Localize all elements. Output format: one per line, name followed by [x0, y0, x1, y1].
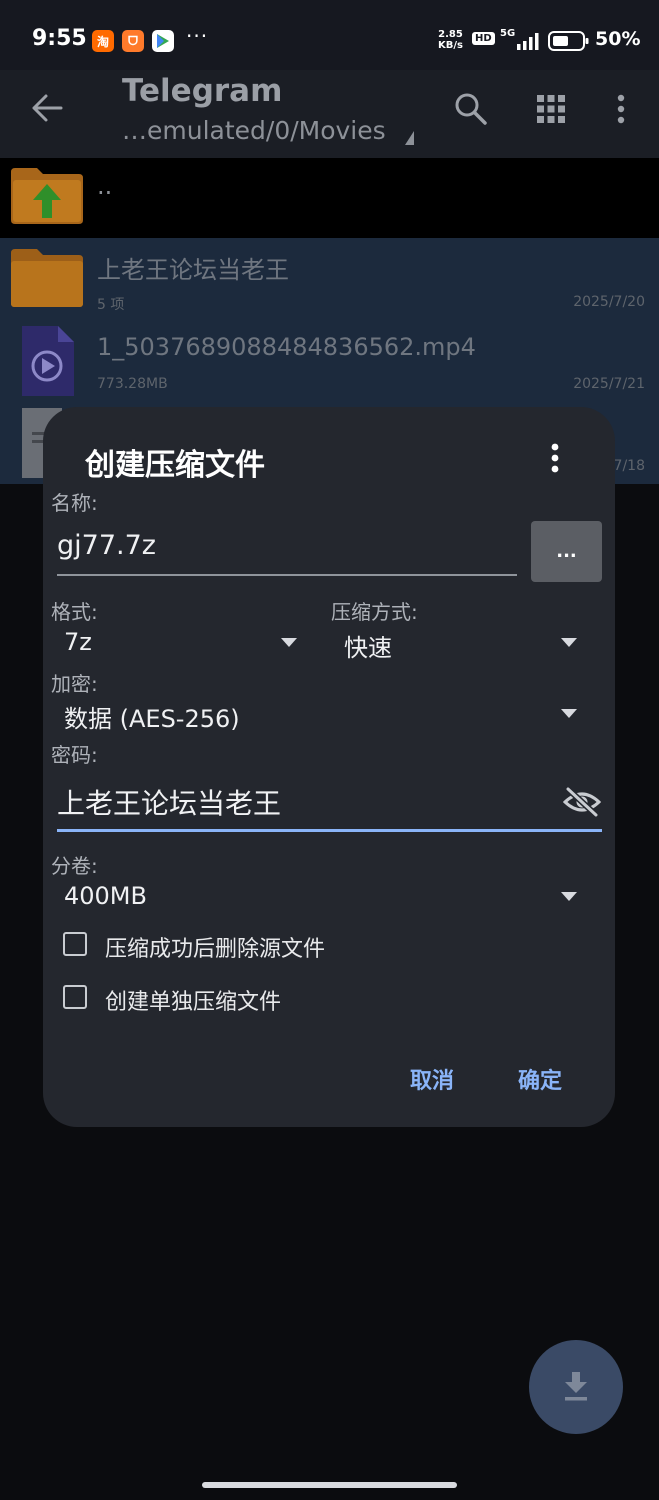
shopping-bag-icon: ᗜ — [122, 30, 144, 52]
split-label: 分卷: — [51, 854, 98, 878]
parent-dir-label: .. — [97, 172, 113, 200]
checkbox-box — [63, 932, 87, 956]
create-archive-dialog — [43, 407, 615, 1127]
encryption-label: 加密: — [51, 672, 98, 696]
current-path[interactable]: …emulated/0/Movies — [122, 116, 386, 145]
file-meta: 773.28MB — [97, 376, 168, 392]
name-label: 名称: — [51, 491, 98, 515]
compression-label: 压缩方式: — [331, 600, 418, 624]
compression-select[interactable]: 快速 — [331, 624, 589, 664]
checkbox-box — [63, 985, 87, 1009]
browse-button[interactable]: ... — [531, 521, 602, 582]
delete-source-label: 压缩成功后删除源文件 — [105, 937, 326, 962]
search-icon[interactable] — [454, 92, 488, 130]
separate-archive-checkbox[interactable]: 创建单独压缩文件 — [62, 982, 362, 1015]
file-name: 上老王论坛当老王 — [97, 256, 289, 284]
download-icon — [565, 1372, 587, 1401]
password-input[interactable]: 上老王论坛当老王 — [57, 782, 602, 830]
video-file-icon — [20, 324, 76, 402]
hd-badge: HD — [472, 32, 495, 45]
file-date: 2025/7/21 — [573, 376, 645, 392]
path-dropdown-icon[interactable] — [405, 131, 414, 145]
format-label: 格式: — [51, 600, 98, 624]
encryption-select[interactable]: 数据 (AES-256) — [51, 695, 589, 735]
cancel-button[interactable]: 取消 — [410, 1063, 454, 1095]
split-value: 400MB — [64, 882, 147, 910]
taobao-icon: 淘 — [92, 30, 114, 52]
dialog-title: 创建压缩文件 — [85, 448, 265, 483]
separate-archive-label: 创建单独压缩文件 — [105, 990, 282, 1015]
file-name: 1_5037689088484836562.mp4 — [97, 333, 476, 361]
grid-view-icon[interactable] — [536, 94, 566, 128]
format-select[interactable]: 7z — [51, 624, 309, 664]
format-value: 7z — [64, 628, 92, 656]
name-underline — [57, 574, 517, 576]
compression-value: 快速 — [344, 634, 392, 662]
file-meta: 5 项 — [97, 297, 125, 313]
gesture-bar[interactable] — [202, 1482, 457, 1488]
net-speed-unit: KB/s — [438, 40, 463, 51]
chevron-down-icon — [561, 638, 577, 647]
file-date: 7/18 — [613, 458, 645, 474]
file-date: 2025/7/20 — [573, 294, 645, 310]
password-underline-focused — [57, 829, 602, 832]
folder-icon — [9, 245, 85, 313]
parent-folder-icon — [9, 164, 85, 230]
name-input[interactable]: gj77.7z — [57, 530, 517, 576]
dialog-menu-icon[interactable] — [548, 442, 562, 478]
network-label: 5G — [500, 28, 516, 39]
name-value: gj77.7z — [57, 530, 156, 561]
net-speed: 2.85 KB/s — [438, 29, 463, 51]
more-notifications-icon: ··· — [186, 24, 209, 48]
split-select[interactable]: 400MB — [51, 878, 589, 918]
encryption-value: 数据 (AES-256) — [64, 705, 240, 733]
delete-source-checkbox[interactable]: 压缩成功后删除源文件 — [62, 929, 362, 962]
extract-fab[interactable] — [529, 1340, 623, 1434]
play-store-icon — [152, 30, 174, 52]
chevron-down-icon — [281, 638, 297, 647]
battery-icon — [548, 30, 590, 56]
status-time: 9:55 — [32, 26, 87, 51]
app-title: Telegram — [122, 73, 283, 109]
ok-button[interactable]: 确定 — [518, 1063, 562, 1095]
visibility-off-icon[interactable] — [562, 786, 602, 822]
chevron-down-icon — [561, 892, 577, 901]
net-speed-value: 2.85 — [438, 29, 463, 40]
overflow-menu-icon[interactable] — [615, 94, 627, 128]
battery-level: 50% — [595, 28, 641, 50]
signal-icon — [516, 32, 540, 54]
chevron-down-icon — [561, 709, 577, 718]
password-label: 密码: — [51, 743, 98, 767]
back-arrow-icon[interactable] — [30, 93, 64, 127]
password-value: 上老王论坛当老王 — [57, 787, 282, 820]
